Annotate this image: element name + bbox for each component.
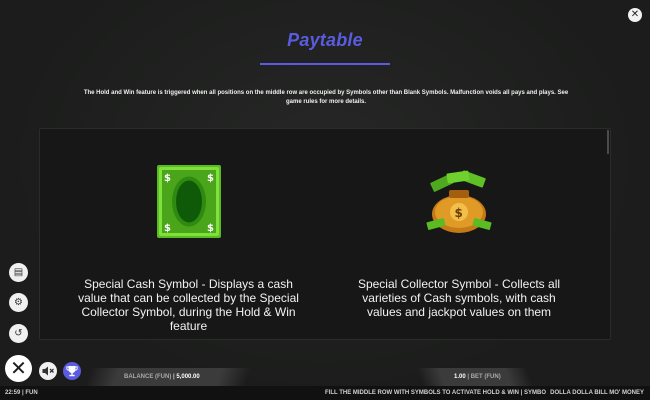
trophy-icon[interactable] <box>63 362 81 380</box>
bet-label: BET (FUN) <box>470 374 501 380</box>
svg-text:$: $ <box>455 206 463 220</box>
bet-display: 1.00 | BET (FUN) <box>454 374 501 380</box>
balance-value: 5,000.00 <box>176 374 200 380</box>
cash-symbol-description: Special Cash Symbol - Displays a cash va… <box>78 277 299 333</box>
cash-banknote-icon: $ $ $ $ <box>157 165 221 238</box>
svg-text:$: $ <box>164 223 171 234</box>
collector-symbol-description: Special Collector Symbol - Collects all … <box>357 277 561 319</box>
status-bar: 22:59 | FUN FILL THE MIDDLE ROW WITH SYM… <box>0 386 650 400</box>
status-time: 22:59 <box>5 390 21 396</box>
bet-value: 1.00 <box>454 374 466 380</box>
close-icon[interactable]: ✕ <box>628 8 642 22</box>
balance-label: BALANCE (FUN) <box>124 374 172 380</box>
svg-text:$: $ <box>164 173 171 184</box>
history-icon[interactable]: ↺ <box>9 324 28 343</box>
page-title: Paytable <box>287 30 363 50</box>
symbol-description: Special Cash Symbol - Displays a cash va… <box>75 277 302 333</box>
paytable-icon[interactable]: ▤ <box>9 263 28 282</box>
status-ticker: FILL THE MIDDLE ROW WITH SYMBOLS TO ACTI… <box>325 390 547 396</box>
symbol-description: Special Collector Symbol - Collects all … <box>348 277 570 319</box>
status-mode: FUN <box>25 390 38 396</box>
money-bag-icon: $ <box>425 168 493 236</box>
svg-text:$: $ <box>207 173 214 184</box>
title-underline <box>260 63 390 65</box>
game-name: DOLLA DOLLA BILL MO' MONEY <box>550 390 644 396</box>
balance-display: BALANCE (FUN) | 5,000.00 <box>124 374 200 380</box>
sound-mute-icon[interactable] <box>39 362 57 380</box>
status-time-mode: 22:59 | FUN <box>5 390 38 396</box>
svg-text:$: $ <box>207 223 214 234</box>
intro-text: The Hold and Win feature is triggered wh… <box>83 90 569 105</box>
close-game-icon[interactable]: ✕ <box>5 355 32 382</box>
scrollbar[interactable] <box>607 130 609 154</box>
settings-gear-icon[interactable]: ⚙ <box>9 293 28 312</box>
